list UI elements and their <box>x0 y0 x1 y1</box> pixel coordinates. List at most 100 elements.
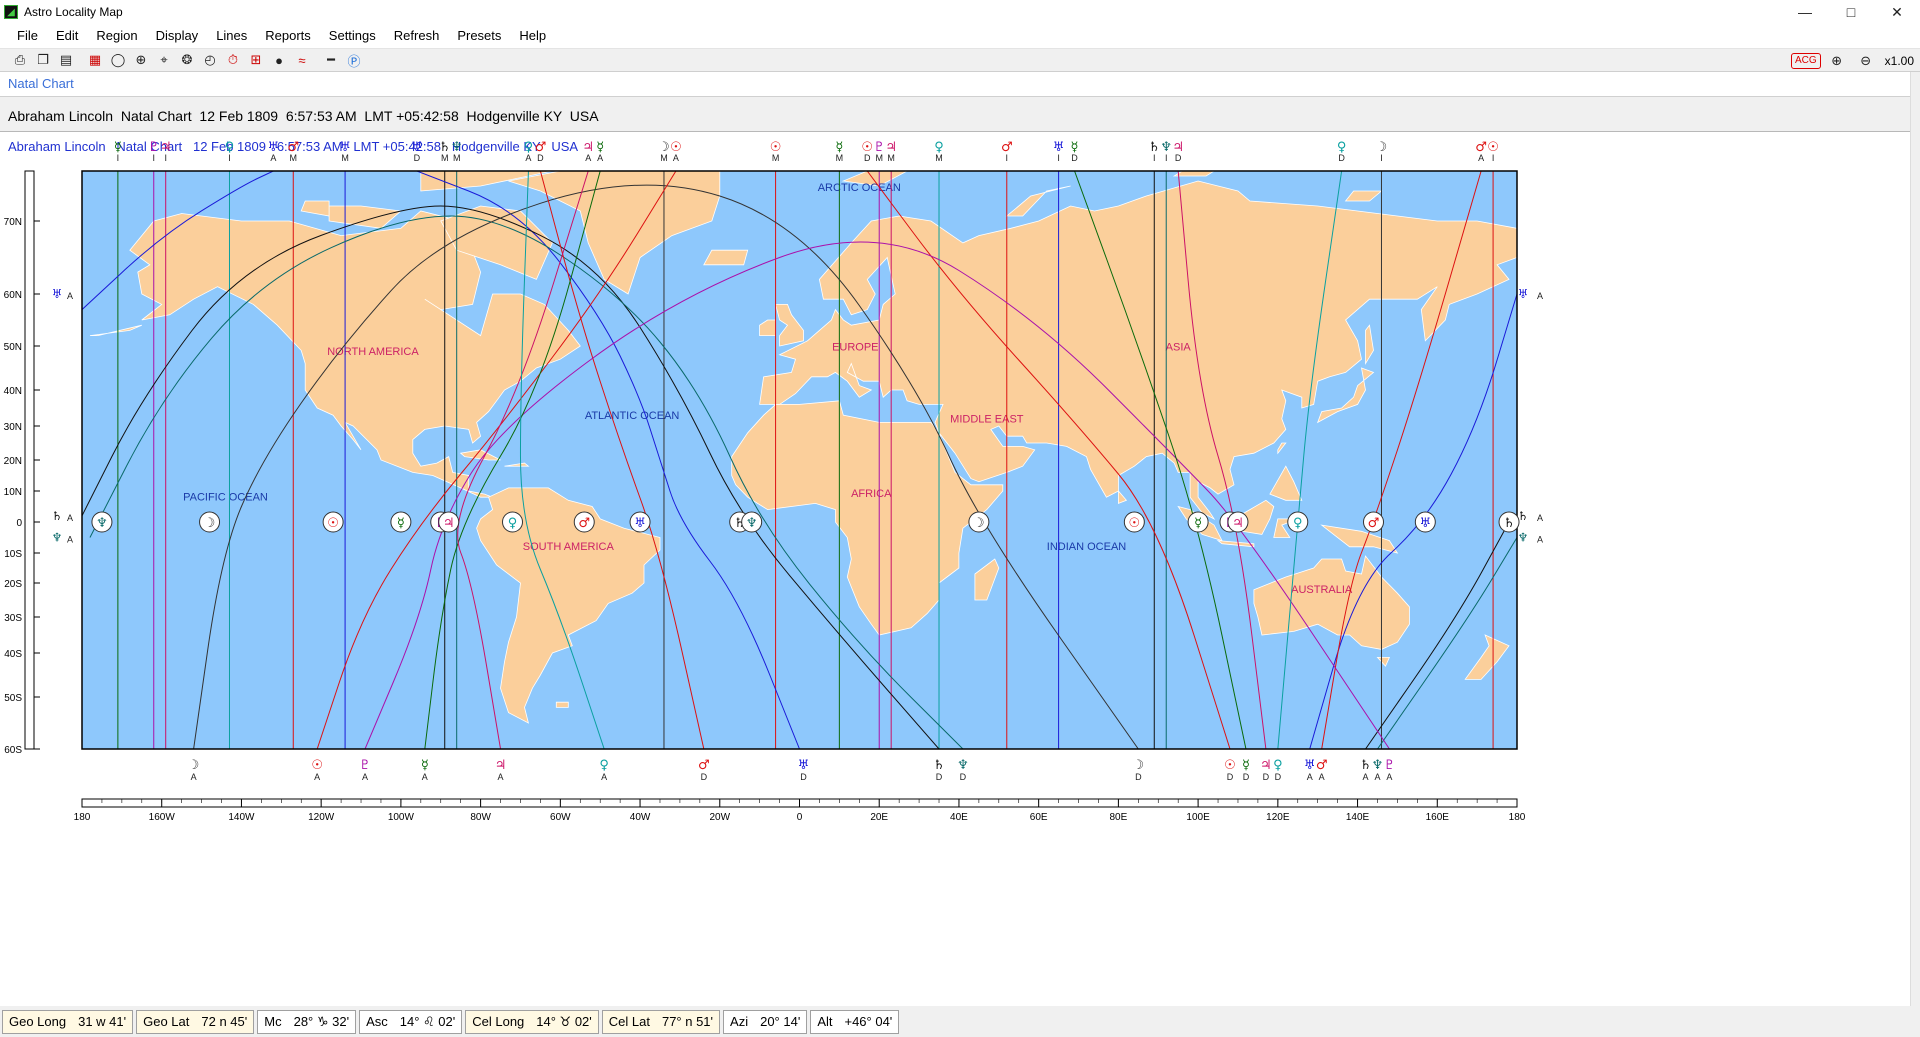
zoom-in-icon[interactable]: ⊕ <box>1827 51 1847 71</box>
print-icon[interactable]: ⎙ <box>10 50 30 70</box>
crosshair-icon[interactable]: ⌖ <box>154 50 174 70</box>
zoom-level: x1.00 <box>1884 54 1914 68</box>
region-label: NORTH AMERICA <box>327 346 419 358</box>
bottom-planet-glyph[interactable]: ♄ <box>1360 758 1372 773</box>
menu-display[interactable]: Display <box>147 24 208 48</box>
geo-icon[interactable]: ⊞ <box>246 50 266 70</box>
waves-icon[interactable]: ≈ <box>292 50 312 70</box>
document-icon[interactable]: ▤ <box>56 50 76 70</box>
globe-icon[interactable]: ◯ <box>108 50 128 70</box>
menu-lines[interactable]: Lines <box>207 24 256 48</box>
world-icon[interactable]: ⊕ <box>131 50 151 70</box>
acg-button[interactable]: ACG <box>1790 53 1821 69</box>
lat-scale-bar <box>24 170 35 750</box>
ruler-icon[interactable]: ━ <box>321 50 341 70</box>
bottom-planet-line-label: A <box>1386 772 1392 782</box>
menu-settings[interactable]: Settings <box>320 24 385 48</box>
top-planet-line-label: I <box>1057 153 1060 163</box>
bottom-planet-glyph[interactable]: ♅ <box>1304 758 1316 773</box>
top-planet-line-label: I <box>1006 153 1009 163</box>
menu-reports[interactable]: Reports <box>256 24 320 48</box>
zoom-out-icon[interactable]: ⊖ <box>1856 51 1876 71</box>
land-falklands <box>555 701 569 708</box>
status-label: Geo Lat <box>143 1014 190 1029</box>
top-planet-line-label: D <box>1338 153 1345 163</box>
bottom-planet-glyph[interactable]: ☿ <box>1242 758 1250 773</box>
right-planet-glyph[interactable]: ♆ <box>1518 531 1529 545</box>
copy-icon[interactable]: ❐ <box>33 50 53 70</box>
right-planet-line-label: A <box>1537 535 1543 545</box>
bottom-planet-glyph[interactable]: ☉ <box>1224 758 1236 773</box>
bottom-planet-line-label: A <box>314 772 320 782</box>
bottom-planet-glyph[interactable]: ♆ <box>957 758 969 773</box>
top-planet-line-label: M <box>935 153 943 163</box>
bottom-planet-line-label: A <box>422 772 428 782</box>
lat-tick-label: 40S <box>4 649 22 660</box>
info-icon[interactable]: Ⓟ <box>344 50 364 70</box>
status-cel-lat: Cel Lat 77° n 51' <box>601 1009 721 1034</box>
chart-wheel-icon[interactable]: ❂ <box>177 50 197 70</box>
bottom-planet-glyph[interactable]: ♃ <box>1260 758 1272 773</box>
bottom-planet-glyph[interactable]: ☉ <box>311 758 323 773</box>
land-iceland <box>703 249 749 266</box>
menu-edit[interactable]: Edit <box>47 24 87 48</box>
bottom-planet-glyph[interactable]: ♆ <box>1372 758 1384 773</box>
vertical-scrollbar[interactable] <box>1910 72 1920 1032</box>
window-controls: — □ ✕ <box>1782 0 1920 24</box>
left-planet-line-label: A <box>67 291 73 301</box>
calendar-icon[interactable]: ▦ <box>85 50 105 70</box>
bottom-planet-glyph[interactable]: ♂ <box>698 758 710 773</box>
bottom-planet-glyph[interactable]: ♇ <box>1384 758 1396 773</box>
bottom-planet-glyph[interactable]: ☽ <box>188 758 200 773</box>
region-label: ASIA <box>1166 341 1192 353</box>
top-planet-line-label: D <box>414 153 421 163</box>
tab-natal-chart[interactable]: Natal Chart <box>0 72 1910 96</box>
left-planet-glyph[interactable]: ♆ <box>52 531 63 545</box>
top-planet-line-label: A <box>525 153 531 163</box>
equator-planet-glyph: ♀ <box>1293 516 1303 531</box>
bottom-planet-glyph[interactable]: ☽ <box>1132 758 1144 773</box>
time-icon[interactable]: ⏱ <box>223 50 243 70</box>
bottom-planet-glyph[interactable]: ♀ <box>599 758 609 773</box>
bottom-planet-glyph[interactable]: ♀ <box>1273 758 1283 773</box>
minimize-button[interactable]: — <box>1782 0 1828 24</box>
toolbar-right: ACG ⊕ ⊖ x1.00 <box>1790 51 1914 71</box>
bottom-planet-glyph[interactable]: ♂ <box>1316 758 1328 773</box>
top-planet-line-label: D <box>537 153 544 163</box>
bottom-planet-glyph[interactable]: ♄ <box>933 758 945 773</box>
bottom-planet-line-label: A <box>362 772 368 782</box>
menu-refresh[interactable]: Refresh <box>385 24 449 48</box>
clock-icon[interactable]: ◴ <box>200 50 220 70</box>
bottom-planet-glyph[interactable]: ♃ <box>495 758 507 773</box>
lon-tick-label: 180 <box>1509 812 1526 823</box>
status-cel-long: Cel Long 14° ♉ 02' <box>465 1009 599 1034</box>
top-planet-line-label: I <box>1153 153 1156 163</box>
top-planet-line-label: M <box>341 153 349 163</box>
map-area[interactable]: Abraham Lincoln Natal Chart 12 Feb 1809 … <box>0 133 1910 1006</box>
bottom-planet-glyph[interactable]: ☿ <box>421 758 429 773</box>
top-planet-line-label: I <box>1492 153 1495 163</box>
lat-tick-label: 50S <box>4 693 22 704</box>
sun-icon[interactable]: ● <box>269 50 289 70</box>
menu-help[interactable]: Help <box>510 24 555 48</box>
bottom-planet-line-label: A <box>601 772 607 782</box>
menu-region[interactable]: Region <box>87 24 146 48</box>
equator-planet-glyph: ☽ <box>204 516 216 531</box>
bottom-planet-glyph[interactable]: ♇ <box>359 758 371 773</box>
right-planet-glyph[interactable]: ♄ <box>1518 509 1529 523</box>
equator-planet-glyph: ☽ <box>973 516 985 531</box>
status-value: 31 w 41' <box>78 1014 127 1029</box>
bottom-planet-glyph[interactable]: ♅ <box>798 758 810 773</box>
menu-file[interactable]: File <box>8 24 47 48</box>
right-planet-glyph[interactable]: ♅ <box>1518 287 1529 301</box>
bottom-planet-line-label: D <box>800 772 807 782</box>
lon-tick-label: 80E <box>1109 812 1127 823</box>
top-planet-line-label: D <box>864 153 871 163</box>
maximize-button[interactable]: □ <box>1828 0 1874 24</box>
locality-map[interactable]: Abraham Lincoln Natal Chart 12 Feb 1809 … <box>0 133 1910 1006</box>
menu-presets[interactable]: Presets <box>448 24 510 48</box>
close-button[interactable]: ✕ <box>1874 0 1920 24</box>
bottom-planet-line-label: D <box>1227 772 1234 782</box>
left-planet-glyph[interactable]: ♄ <box>52 509 63 523</box>
left-planet-glyph[interactable]: ♅ <box>52 287 63 301</box>
